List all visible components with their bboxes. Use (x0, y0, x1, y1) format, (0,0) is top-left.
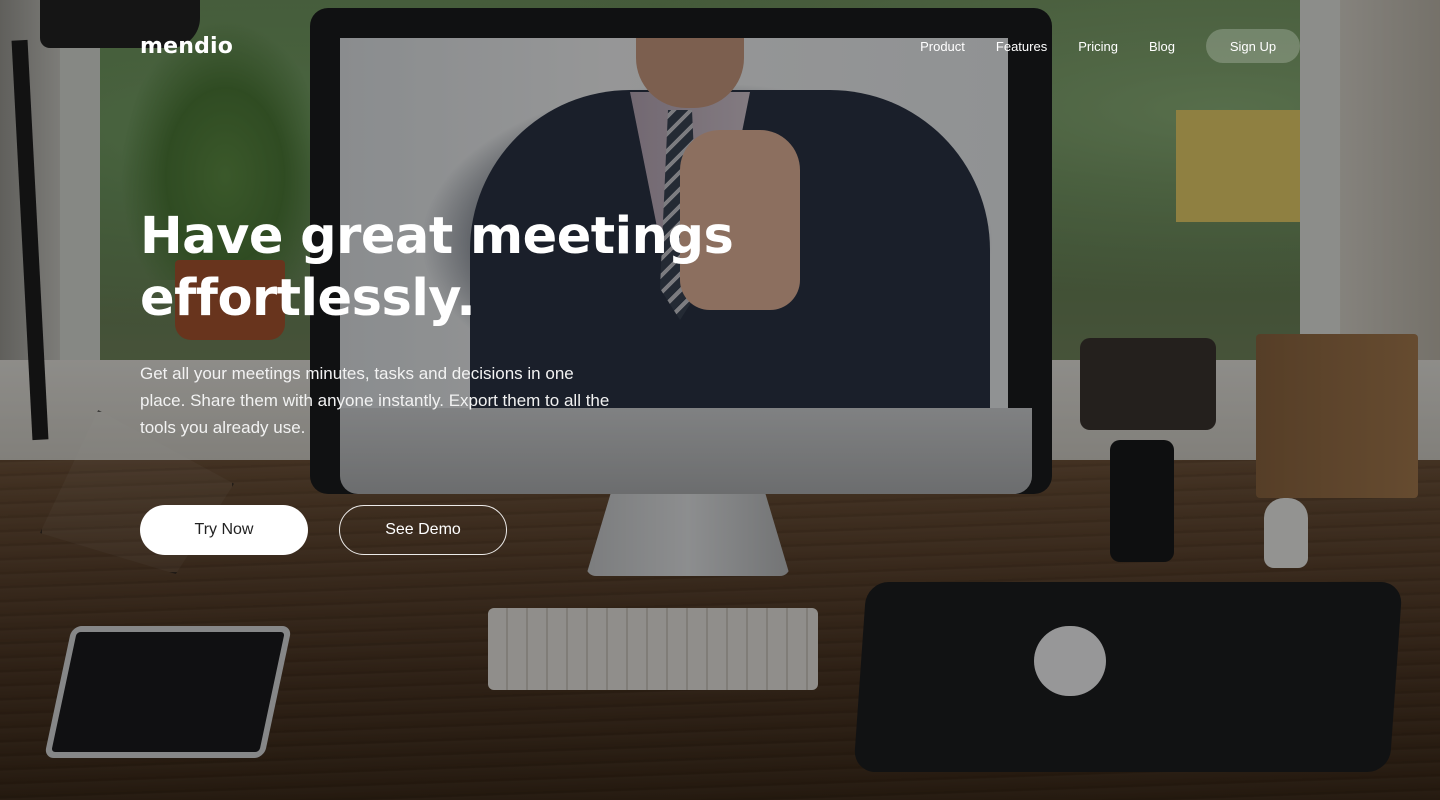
see-demo-button[interactable]: See Demo (339, 505, 507, 555)
hero-title: Have great meetings effortlessly. (140, 206, 760, 330)
nav-link-pricing[interactable]: Pricing (1078, 39, 1118, 54)
hero-content: Have great meetings effortlessly. Get al… (140, 206, 760, 441)
hero-title-line-1: Have great meetings (140, 207, 734, 266)
nav-link-blog[interactable]: Blog (1149, 39, 1175, 54)
nav-link-features[interactable]: Features (996, 39, 1047, 54)
nav-links: Product Features Pricing Blog Sign Up (920, 29, 1300, 63)
cta-row: Try Now See Demo (140, 505, 507, 555)
brand-logo[interactable]: mendio (140, 34, 233, 59)
signup-button[interactable]: Sign Up (1206, 29, 1300, 63)
hero-subtitle: Get all your meetings minutes, tasks and… (140, 364, 610, 437)
hero-section: mendio Product Features Pricing Blog Sig… (0, 0, 1440, 800)
nav-link-product[interactable]: Product (920, 39, 965, 54)
hero-title-line-2: effortlessly. (140, 269, 476, 328)
navbar: mendio Product Features Pricing Blog Sig… (140, 28, 1300, 64)
try-now-button[interactable]: Try Now (140, 505, 308, 555)
